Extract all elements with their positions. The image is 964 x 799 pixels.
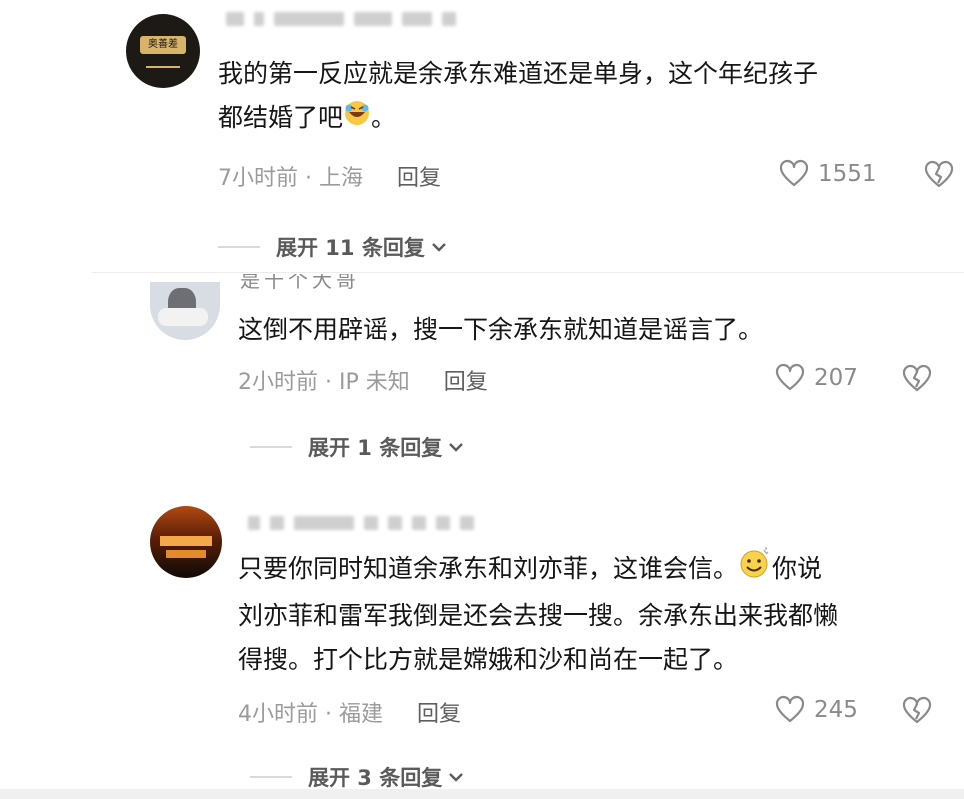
time-location: 2小时前 · IP 未知 [238,370,410,395]
expand-replies[interactable]: 展开 1 条回复 [250,432,466,462]
heart-outline-icon [775,695,805,723]
comment-text: 我的第一反应就是余承东难道还是单身，这个年纪孩子 都结婚了吧 。 [218,52,958,141]
comment-meta: 4小时前 · 福建 回复 [238,696,461,728]
expand-line [218,246,260,248]
avatar-text: 奥善差 [148,39,178,50]
username-blurred[interactable] [248,516,474,530]
expand-replies[interactable]: 展开 11 条回复 [218,232,449,262]
heart-outline-icon [775,363,805,391]
avatar[interactable] [150,282,220,340]
laughing-emoji-icon [343,97,371,141]
broken-heart-icon [902,364,932,392]
reply-button[interactable]: 回复 [444,364,488,396]
avatar[interactable]: 奥善差 [126,14,200,88]
dislike-button[interactable] [900,695,934,731]
broken-heart-icon [924,160,954,188]
expand-label: 展开 11 条回复 [276,236,425,260]
comment-line: 刘亦菲和雷军我倒是还会去搜一搜。余承东出来我都懒 [238,601,839,630]
reply-button[interactable]: 回复 [417,696,461,728]
divider [92,272,964,273]
time-location: 4小时前 · 福建 [238,702,383,727]
comment-line-text: 。 [371,103,397,132]
expand-label: 展开 3 条回复 [308,766,443,790]
like-count: 245 [814,697,858,723]
heart-outline-icon [779,159,809,187]
like-button[interactable]: 207 [774,362,858,394]
comment-text: 只要你同时知道余承东和刘亦菲，这谁会信。 你说 刘亦菲和雷军我倒是还会去搜一搜。… [238,546,958,682]
expand-line [250,776,292,778]
like-button[interactable]: 1551 [778,158,877,190]
expand-replies[interactable]: 展开 3 条回复 [250,762,466,792]
comment-line-text: 你说 [772,554,823,583]
expand-line [250,446,292,448]
like-count: 1551 [818,161,877,187]
comment-line: 这倒不用辟谣，搜一下余承东就知道是谣言了。 [238,315,764,344]
comment-line-text: 只要你同时知道余承东和刘亦菲，这谁会信。 [238,554,739,583]
username-partial[interactable]: 是十个大哥 [240,274,380,294]
dislike-button[interactable] [900,363,934,399]
comment-line-text: 都结婚了吧 [218,103,344,132]
comment-line: 我的第一反应就是余承东难道还是单身，这个年纪孩子 [218,59,819,88]
broken-heart-icon [902,696,932,724]
comment-line: 只要你同时知道余承东和刘亦菲，这谁会信。 你说 [238,546,958,594]
avatar[interactable] [150,506,222,578]
chevron-down-icon [449,773,464,782]
chevron-down-icon [432,243,446,252]
comment-line: 都结婚了吧 。 [218,96,958,141]
bottom-edge [0,789,964,799]
chevron-down-icon [449,443,464,452]
expand-label: 展开 1 条回复 [308,436,443,460]
comment-text: 这倒不用辟谣，搜一下余承东就知道是谣言了。 [238,308,938,352]
like-button[interactable]: 245 [774,694,858,726]
time-location: 7小时前 · 上海 [218,166,363,191]
comment-line: 得搜。打个比方就是嫦娥和沙和尚在一起了。 [238,645,739,674]
comment-meta: 7小时前 · 上海 回复 [218,160,441,192]
grinning-emoji-icon [738,546,772,594]
like-count: 207 [814,365,858,391]
comment-meta: 2小时前 · IP 未知 回复 [238,364,488,396]
username-blurred[interactable] [226,12,456,26]
reply-button[interactable]: 回复 [397,160,441,192]
dislike-button[interactable] [922,159,956,195]
